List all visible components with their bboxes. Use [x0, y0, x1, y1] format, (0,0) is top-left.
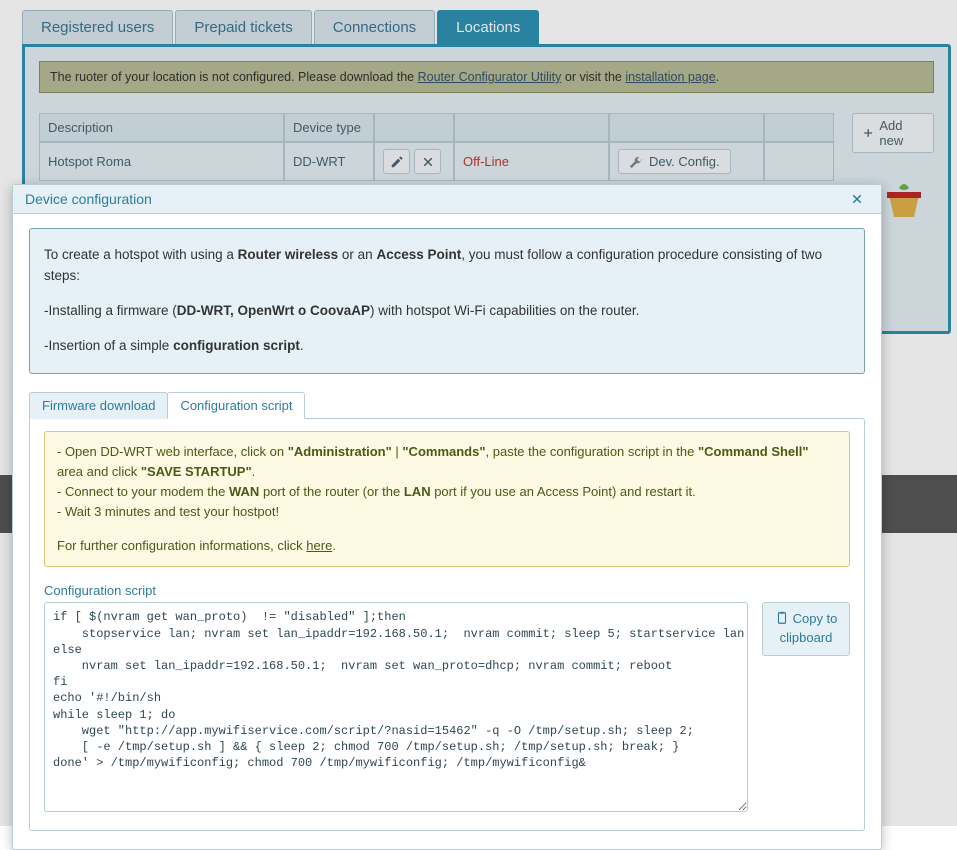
txt: -Installing a firmware ( — [44, 303, 177, 318]
link-here[interactable]: here — [306, 538, 332, 553]
txt: To create a hotspot with using a — [44, 247, 238, 262]
tab-firmware-download[interactable]: Firmware download — [29, 392, 168, 419]
txt: area and click — [57, 464, 141, 479]
txt: . — [300, 338, 304, 353]
tab-configuration-script[interactable]: Configuration script — [167, 392, 305, 419]
txt: | — [392, 444, 403, 459]
txt-bold: "Administration" — [288, 444, 392, 459]
txt: - Wait 3 minutes and test your hostpot! — [57, 502, 837, 522]
configuration-script-panel: - Open DD-WRT web interface, click on "A… — [29, 418, 865, 832]
txt-bold: WAN — [229, 484, 259, 499]
modal-header: Device configuration — [13, 185, 881, 214]
modal-title: Device configuration — [25, 191, 152, 207]
configuration-script-textarea[interactable] — [44, 602, 748, 812]
txt: or an — [338, 247, 376, 262]
txt-bold: "SAVE STARTUP" — [141, 464, 252, 479]
copy-to-clipboard-button[interactable]: Copy to clipboard — [762, 602, 850, 656]
txt: For further configuration informations, … — [57, 538, 306, 553]
txt: , paste the configuration script in the — [486, 444, 698, 459]
inner-tab-bar: Firmware download Configuration script — [29, 392, 865, 419]
txt: -Insertion of a simple — [44, 338, 173, 353]
txt-bold: LAN — [404, 484, 431, 499]
copy-label-line1: Copy to — [793, 611, 838, 628]
close-icon — [851, 193, 863, 205]
txt-bold: DD-WRT, OpenWrt o CoovaAP — [177, 303, 370, 318]
clipboard-icon — [775, 611, 789, 625]
txt: - Open DD-WRT web interface, click on — [57, 444, 288, 459]
modal-close-button[interactable] — [845, 191, 869, 207]
txt: . — [252, 464, 256, 479]
copy-label-line2: clipboard — [769, 630, 843, 647]
txt: port of the router (or the — [259, 484, 404, 499]
script-label: Configuration script — [44, 583, 850, 598]
txt: ) with hotspot Wi-Fi capabilities on the… — [370, 303, 639, 318]
txt-bold: "Commands" — [402, 444, 485, 459]
txt-bold: "Command Shell" — [698, 444, 809, 459]
txt-bold: Router wireless — [238, 247, 339, 262]
txt-bold: configuration script — [173, 338, 300, 353]
txt: port if you use an Access Point) and res… — [431, 484, 696, 499]
device-config-modal: Device configuration To create a hotspot… — [12, 184, 882, 850]
txt: . — [332, 538, 336, 553]
txt: - Connect to your modem the — [57, 484, 229, 499]
txt-bold: Access Point — [376, 247, 461, 262]
instructions-box: To create a hotspot with using a Router … — [29, 228, 865, 374]
steps-box: - Open DD-WRT web interface, click on "A… — [44, 431, 850, 568]
